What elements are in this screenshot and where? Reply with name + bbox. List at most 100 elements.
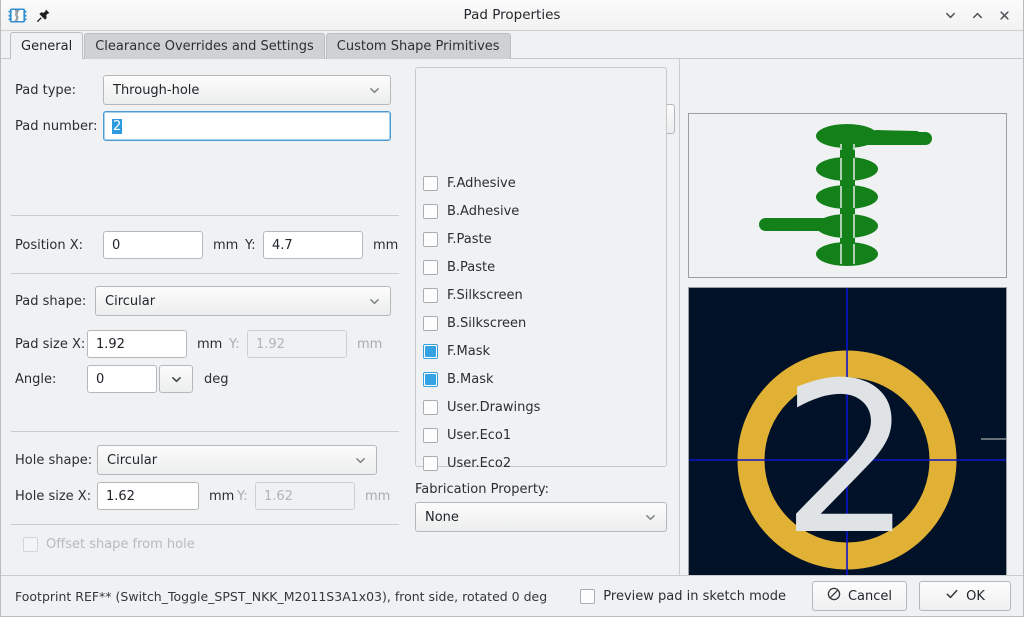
position-row: Position X: 0 mm Y: 4.7 mm (15, 231, 405, 259)
layer-checkbox-f-paste (423, 232, 438, 247)
pad-size-x-value: 1.92 (96, 337, 125, 352)
pad-number-label: Pad number: (15, 119, 103, 134)
layer-checkbox-user-eco2 (423, 456, 438, 471)
sketch-mode-checkbox[interactable]: Preview pad in sketch mode (580, 589, 786, 604)
layer-label-f-paste: F.Paste (447, 232, 492, 247)
hole-size-y-unit: mm (365, 489, 390, 504)
hole-size-x-label: Hole size X: (15, 489, 97, 504)
layer-item-f-mask[interactable]: F.Mask (423, 337, 663, 365)
tab-custom-shape-primitives-label: Custom Shape Primitives (337, 39, 500, 54)
close-button[interactable] (993, 4, 1015, 26)
pad-size-x-input[interactable]: 1.92 (87, 330, 187, 358)
general-form-column: Pad type: Through-hole Pad number: 2 (1, 59, 409, 575)
pad-shape-row: Pad shape: Circular (15, 286, 395, 316)
layer-checkbox-user-eco1 (423, 428, 438, 443)
layer-item-b-silkscreen[interactable]: B.Silkscreen (423, 309, 663, 337)
layer-item-user-eco2[interactable]: User.Eco2 (423, 449, 663, 477)
layer-checkbox-user-drawings (423, 400, 438, 415)
pad-size-y-value: 1.92 (256, 337, 285, 352)
layer-label-user-drawings: User.Drawings (447, 400, 540, 415)
layer-item-f-paste[interactable]: F.Paste (423, 225, 663, 253)
hole-size-x-value: 1.62 (106, 489, 135, 504)
tab-clearance-overrides[interactable]: Clearance Overrides and Settings (84, 33, 325, 59)
angle-input[interactable]: 0 (87, 365, 157, 393)
pad-shape-label: Pad shape: (15, 294, 95, 309)
titlebar-left (1, 6, 51, 25)
fabrication-property-combo[interactable]: None (415, 502, 667, 532)
layer-item-f-adhesive[interactable]: F.Adhesive (423, 169, 663, 197)
cancel-icon (827, 587, 841, 605)
hole-shape-combo[interactable]: Circular (97, 445, 377, 475)
sketch-mode-checkbox-box (580, 589, 595, 604)
layer-checkbox-f-adhesive (423, 176, 438, 191)
angle-label: Angle: (15, 372, 87, 387)
titlebar-controls (939, 4, 1023, 26)
hole-size-x-unit: mm (209, 489, 235, 504)
pad-size-y-input: 1.92 (247, 330, 347, 358)
layer-label-user-eco1: User.Eco1 (447, 428, 511, 443)
fabrication-property-label: Fabrication Property: (415, 482, 549, 497)
tab-general-label: General (21, 39, 72, 54)
pad-size-x-label: Pad size X: (15, 337, 87, 352)
tab-general[interactable]: General (10, 32, 83, 59)
separator-hole (11, 431, 399, 432)
position-x-input[interactable]: 0 (103, 231, 203, 259)
pad-type-row: Pad type: Through-hole (15, 75, 395, 105)
pad-number-input[interactable]: 2 (103, 111, 391, 141)
settings-panel: Pad type: Through-hole Pad number: 2 (1, 59, 680, 575)
ok-label: OK (966, 589, 985, 604)
maximize-button[interactable] (966, 4, 988, 26)
pad-number-preview-text: 2 (781, 339, 913, 575)
hole-size-row: Hole size X: 1.62 mm Y: 1.62 mm (15, 482, 405, 510)
layer-label-b-adhesive: B.Adhesive (447, 204, 519, 219)
status-text: Footprint REF** (Switch_Toggle_SPST_NKK_… (15, 589, 547, 604)
position-x-value: 0 (112, 238, 120, 253)
layer-label-f-adhesive: F.Adhesive (447, 176, 516, 191)
tab-bar: General Clearance Overrides and Settings… (1, 31, 1023, 59)
hole-size-x-input[interactable]: 1.62 (97, 482, 199, 510)
pad-canvas-preview[interactable]: 2 (688, 287, 1007, 575)
angle-unit: deg (204, 372, 229, 387)
minimize-button[interactable] (939, 4, 961, 26)
layer-item-b-mask[interactable]: B.Mask (423, 365, 663, 393)
position-y-value: 4.7 (272, 238, 293, 253)
layer-label-user-eco2: User.Eco2 (447, 456, 511, 471)
offset-shape-label: Offset shape from hole (46, 537, 195, 552)
layer-item-user-drawings[interactable]: User.Drawings (423, 393, 663, 421)
pin-icon[interactable] (36, 8, 51, 23)
pad-size-row: Pad size X: 1.92 mm Y: 1.92 mm (15, 330, 405, 358)
pad-size-x-unit: mm (197, 337, 225, 352)
pad-shape-combo[interactable]: Circular (95, 286, 391, 316)
layer-item-b-adhesive[interactable]: B.Adhesive (423, 197, 663, 225)
offset-shape-row: Offset shape from hole (23, 537, 195, 552)
ok-button[interactable]: OK (919, 581, 1011, 611)
pad-shape-value: Circular (105, 294, 155, 309)
position-y-unit: mm (373, 238, 398, 253)
layer-label-b-mask: B.Mask (447, 372, 494, 387)
hole-size-y-input: 1.62 (255, 482, 355, 510)
layer-item-b-paste[interactable]: B.Paste (423, 253, 663, 281)
titlebar: Pad Properties (1, 0, 1023, 31)
layer-item-f-silkscreen[interactable]: F.Silkscreen (423, 281, 663, 309)
angle-value: 0 (96, 372, 104, 387)
angle-dropdown-button[interactable] (159, 365, 193, 393)
cancel-button[interactable]: Cancel (812, 581, 907, 611)
pad-properties-dialog: Pad Properties General Clearance Overrid… (0, 0, 1024, 617)
pad-type-combo[interactable]: Through-hole (103, 75, 391, 105)
fabrication-property-value: None (425, 510, 459, 525)
hole-shape-label: Hole shape: (15, 453, 97, 468)
hole-size-y-value: 1.62 (264, 489, 293, 504)
pad-size-y-unit: mm (357, 337, 382, 352)
layer-checkbox-b-paste (423, 260, 438, 275)
pad-number-value: 2 (112, 119, 122, 134)
tab-clearance-overrides-label: Clearance Overrides and Settings (95, 39, 314, 54)
tab-custom-shape-primitives[interactable]: Custom Shape Primitives (326, 33, 511, 59)
hole-size-y-label: Y: (237, 489, 255, 504)
layer-item-user-eco1[interactable]: User.Eco1 (423, 421, 663, 449)
position-y-input[interactable]: 4.7 (263, 231, 363, 259)
dialog-body: Pad type: Through-hole Pad number: 2 (1, 59, 1023, 575)
layers-column: Copper layers: All copper layers Technic… (409, 59, 679, 575)
pad-number-row: Pad number: 2 (15, 111, 395, 141)
position-y-label: Y: (245, 238, 263, 253)
technical-layers-list: F.Adhesive B.Adhesive F.Paste B.Paste (423, 169, 663, 477)
